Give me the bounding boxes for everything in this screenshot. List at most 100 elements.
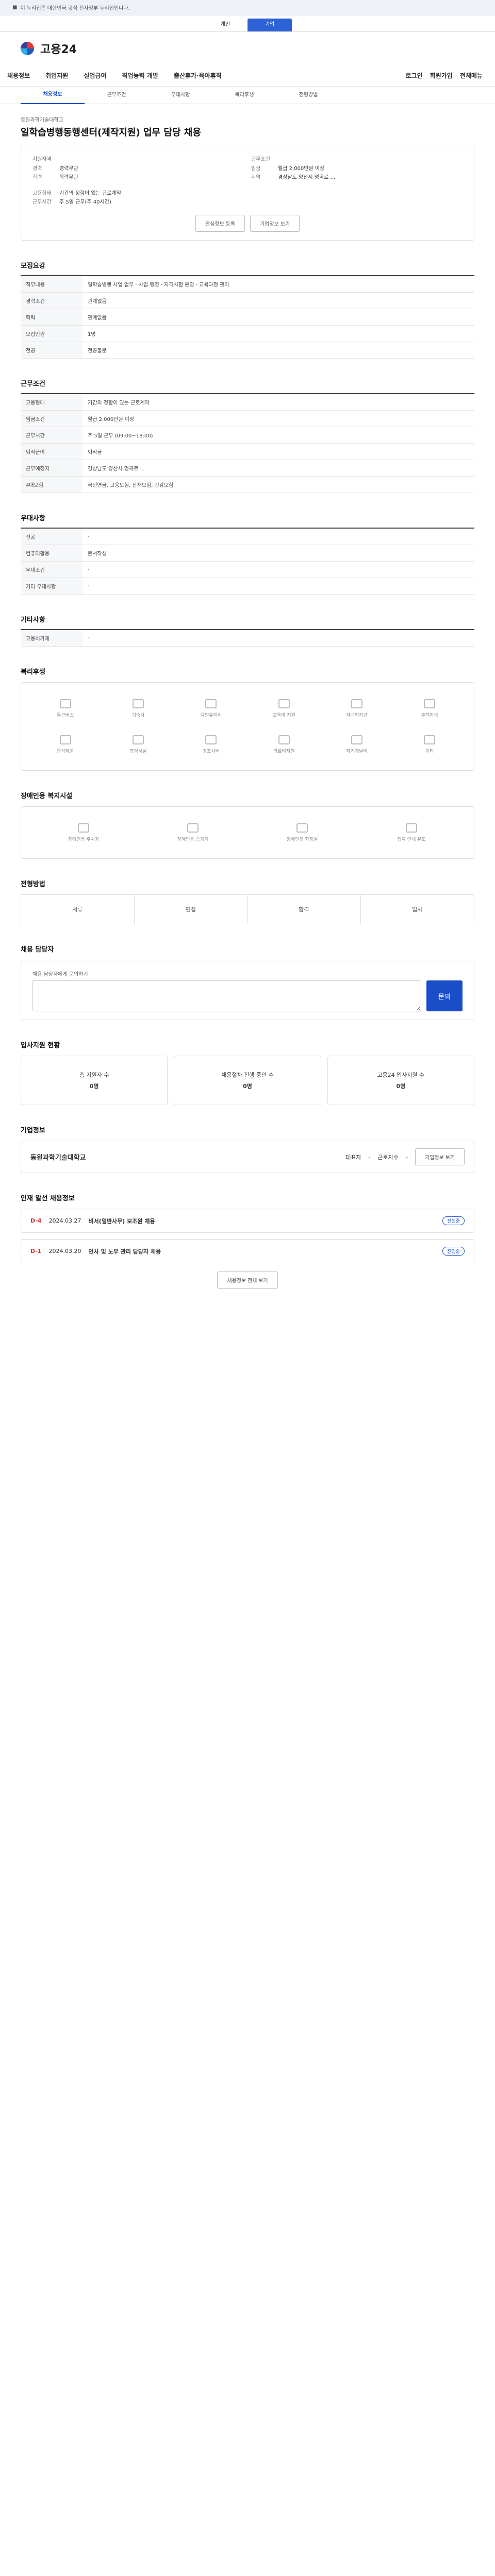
pref-table: 전공 - 컴퓨터활용 문서작성 우대조건 - 기타 우대사항 - [21,528,474,595]
row-label: 전공 [21,342,82,359]
form-label: 고용형태 [32,191,52,196]
tab-recruit[interactable]: 채용정보 [21,86,85,104]
tab-company[interactable]: 기업 [248,19,292,31]
benefit-label: 교육비 지원 [272,713,295,718]
tab-welfare[interactable]: 복리후생 [212,87,276,104]
benefit-label: 장애인용 주차장 [68,837,100,842]
recruit-title: 모집요강 [21,262,45,270]
company-card: 동원과학기술대학교 대표자 - 근로자수 - 기업정보 보기 [21,1141,474,1173]
table-row: 학력 관계없음 [21,309,474,326]
recent-title: 인재 알선 채용정보 [21,1195,75,1202]
main-nav: 채용정보 취업지원 실업급여 직업능력 개발 출산휴가·육아휴직 로그인 회원가입… [0,65,495,87]
nav-leave[interactable]: 출산휴가·육아휴직 [174,71,222,80]
row-value: 경상남도 양산시 명곡로 ... [82,460,474,477]
nav-employment[interactable]: 취업지원 [45,71,68,80]
row-value: 일학습병행 사업 업무 · 사업 행정 · 자격시험 운영 · 교육과정 관리 [82,276,474,293]
page-title: 일학습병행동행센터(제작지원) 업무 담당 채용 [21,127,201,138]
row-label: 직무내용 [21,276,82,293]
recent-title-text: 인사 및 노무 관리 담당자 채용 [88,1248,161,1255]
all-menu-link[interactable]: 전체메뉴 [460,71,483,80]
inquiry-input[interactable] [32,980,421,1011]
career-value: 경력무관 [59,166,78,172]
benefit-label: 주택자금 [421,713,438,718]
career-label: 경력 [32,166,42,172]
benefit-label: 장애인용 승강기 [177,837,209,842]
status-card: 고용24 입사지원 수 0명 [327,1056,474,1105]
benefit-item: 차량유지비 [177,693,245,724]
status-value: 0명 [89,1083,99,1090]
ceo-value: - [368,1154,371,1160]
misc-title: 기타사항 [21,616,45,624]
work-table: 고용형태 기간의 정함이 있는 근로계약 임금조건 월급 2,000만원 이상 근무시간… [21,393,474,493]
work-title: 근무조건 [21,380,45,388]
table-row: 전공 전공불문 [21,342,474,359]
table-row: 우대조건 - [21,561,474,578]
benefit-item: 통근버스 [31,693,99,724]
table-row: 근무시간 주 5일 근무 (09:00~18:00) [21,427,474,444]
benefit-item: 자기개발비 [323,729,390,760]
all-jobs-button[interactable]: 채용정보 전체 보기 [217,1272,278,1289]
tab-method[interactable]: 전형방법 [276,87,340,104]
recruit-table: 직무내용 일학습병행 사업 업무 · 사업 행정 · 자격시험 운영 · 교육과정… [21,275,474,359]
recent-item[interactable]: D-1 2024.03.20 인사 및 노무 관리 담당자 채용 진행중 [21,1239,474,1263]
table-row: 근무예정지 경상남도 양산시 명곡로 ... [21,460,474,477]
time-label: 근무시간 [32,199,52,205]
logo-icon [19,40,36,57]
benefit-icon [132,699,144,708]
form-value: 기간의 정함이 있는 근로계약 [59,191,121,196]
tab-work[interactable]: 근무조건 [85,87,148,104]
row-label: 4대보험 [21,476,82,493]
inquiry-submit-button[interactable]: 문의 [426,980,463,1011]
summary-card: 지원자격 경력 경력무관 학력 학력무관 고용형태 기간의 정함이 있는 근로계약 근… [21,146,474,241]
benefit-icon [205,735,217,744]
status-badge: 진행중 [442,1247,465,1256]
benefit-item: 중식제공 [31,729,99,760]
nav-benefit[interactable]: 실업급여 [84,71,106,80]
tab-pref[interactable]: 우대사항 [148,87,212,104]
login-link[interactable]: 로그인 [406,71,423,80]
row-value: 전공불문 [82,342,474,359]
nav-training[interactable]: 직업능력 개발 [122,71,158,80]
company-info-button[interactable]: 기업정보 보기 [250,215,300,232]
nav-jobs[interactable]: 채용정보 [7,71,30,80]
table-row: 전공 - [21,528,474,545]
join-link[interactable]: 회원가입 [430,71,453,80]
welfare-grid: 통근버스 기숙사 차량유지비 교육비 지원 자녀학자금 주택자금 중식제공 휴양시설 경조사비 의… [21,682,474,771]
disabled-title: 장애인용 복지시설 [21,792,73,800]
benefit-icon [132,735,144,744]
status-value: 0명 [396,1083,406,1090]
recent-item[interactable]: D-4 2024.03.27 비서(일반사무) 보조원 채용 진행중 [21,1209,474,1233]
benefit-icon [78,823,89,833]
benefit-label: 차량유지비 [200,713,222,718]
benefit-icon [351,735,362,744]
benefit-icon [59,735,71,744]
scrap-button[interactable]: 관심정보 등록 [195,215,245,232]
company-name[interactable]: 동원과학기술대학교 [21,115,474,123]
gov-banner-text: 이 누리집은 대한민국 공식 전자정부 누리집입니다. [20,6,130,11]
row-value: 문서작성 [82,545,474,562]
benefit-item: 기숙사 [104,693,172,724]
status-label: 고용24 입사지원 수 [377,1072,425,1078]
tab-personal[interactable]: 개인 [203,19,248,31]
benefit-item: 주택자금 [396,693,464,724]
benefit-item: 경조사비 [177,729,245,760]
benefit-item: 자녀학자금 [323,693,390,724]
benefit-item: 장애인용 승강기 [141,817,245,848]
status-cards: 총 지원자 수 0명 채용절차 진행 중인 수 0명 고용24 입사지원 수 0명 [21,1056,474,1105]
row-value: - [82,561,474,578]
site-logo[interactable]: 고용24 [0,32,495,65]
benefit-item: 장애인용 화장실 [250,817,354,848]
step-pass: 합격 [248,895,361,924]
row-label: 컴퓨터활용 [21,545,82,562]
table-row: 임금조건 월급 2,000만원 이상 [21,410,474,427]
table-row: 직무내용 일학습병행 사업 업무 · 사업 행정 · 자격시험 운영 · 교육과정… [21,276,474,293]
benefit-item: 교육비 지원 [250,693,318,724]
row-value: 국민연금, 고용보험, 산재보험, 건강보험 [82,476,474,493]
row-value: - [82,578,474,595]
company-detail-button[interactable]: 기업정보 보기 [415,1148,465,1165]
row-value: 퇴직금 [82,443,474,460]
benefit-icon [187,823,199,833]
benefit-icon [351,699,362,708]
edu-value: 학력무관 [59,175,78,180]
benefit-icon [278,699,290,708]
